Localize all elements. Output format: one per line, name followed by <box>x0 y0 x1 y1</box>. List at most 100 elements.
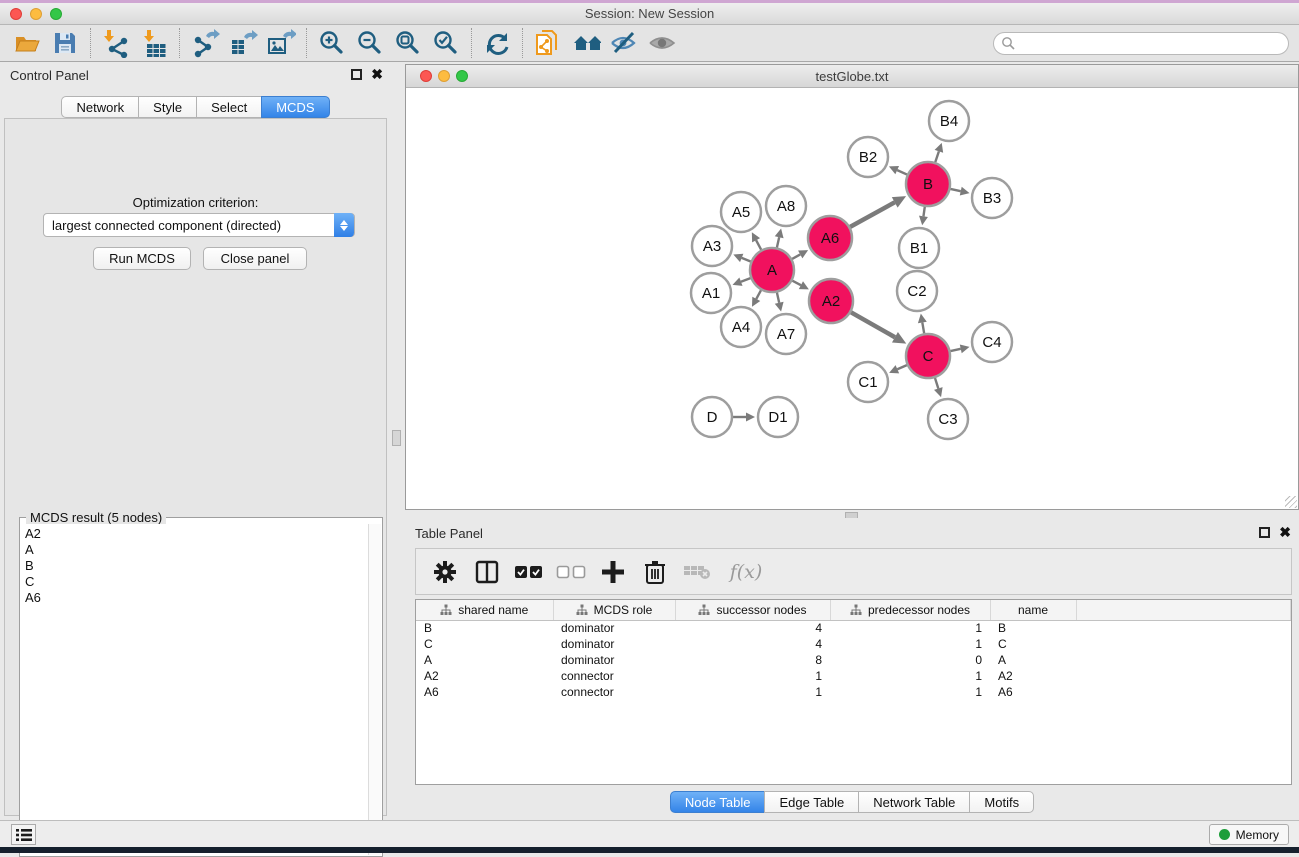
node-table[interactable]: shared name MCDS role successor nodes pr… <box>415 599 1292 785</box>
close-panel-icon[interactable]: ✖ <box>371 69 383 80</box>
optimization-criterion-dropdown[interactable]: largest connected component (directed) <box>43 213 355 237</box>
result-list-item[interactable]: C <box>25 574 363 590</box>
graph-edge[interactable] <box>923 207 924 217</box>
function-builder-icon[interactable]: f(x) <box>723 556 769 588</box>
memory-button[interactable]: Memory <box>1209 824 1289 845</box>
tab-network-table[interactable]: Network Table <box>858 791 969 813</box>
graph-edge[interactable] <box>756 240 761 249</box>
graph-edge[interactable] <box>935 378 938 389</box>
result-list-scrollbar[interactable] <box>368 524 381 855</box>
table-row[interactable]: Adominator80A <box>416 652 1291 668</box>
table-settings-gear-icon[interactable] <box>429 556 461 588</box>
open-session-icon[interactable] <box>12 28 42 58</box>
mcds-result-list[interactable]: A2ABCA6 <box>21 524 367 855</box>
table-toolbar: f(x) <box>415 548 1292 595</box>
col-predecessor-nodes[interactable]: predecessor nodes <box>830 600 990 620</box>
run-mcds-button[interactable]: Run MCDS <box>93 247 191 270</box>
graph-node-label: A5 <box>732 204 750 221</box>
zoom-in-icon[interactable] <box>317 28 347 58</box>
table-header-row[interactable]: shared name MCDS role successor nodes pr… <box>416 600 1291 620</box>
column-type-icon <box>576 604 588 616</box>
search-field[interactable] <box>993 32 1289 55</box>
create-column-plus-icon[interactable] <box>597 556 629 588</box>
float-panel-icon[interactable] <box>351 69 362 80</box>
tab-network[interactable]: Network <box>61 96 138 118</box>
memory-status-icon <box>1219 829 1230 840</box>
unselect-all-columns-icon[interactable] <box>555 556 587 588</box>
table-row[interactable]: A6connector11A6 <box>416 684 1291 700</box>
tab-node-table[interactable]: Node Table <box>670 791 765 813</box>
network-from-selection-icon[interactable] <box>533 28 563 58</box>
show-columns-icon[interactable] <box>471 556 503 588</box>
tab-edge-table[interactable]: Edge Table <box>764 791 858 813</box>
result-list-item[interactable]: A6 <box>25 590 363 606</box>
graph-edge[interactable] <box>950 189 960 191</box>
graph-edge[interactable] <box>950 349 960 351</box>
zoom-selected-icon[interactable] <box>431 28 461 58</box>
task-history-button[interactable] <box>11 824 36 845</box>
tab-motifs[interactable]: Motifs <box>969 791 1034 813</box>
save-session-icon[interactable] <box>50 28 80 58</box>
tab-style[interactable]: Style <box>138 96 196 118</box>
result-list-item[interactable]: B <box>25 558 363 574</box>
export-image-icon[interactable] <box>266 28 296 58</box>
mcds-result-groupbox: MCDS result (5 nodes) A2ABCA6 <box>19 517 383 857</box>
import-network-icon[interactable] <box>101 28 131 58</box>
zoom-fit-icon[interactable] <box>393 28 423 58</box>
graph-edge[interactable] <box>851 312 895 337</box>
graph-node-label: A3 <box>703 238 721 255</box>
export-table-icon[interactable] <box>228 28 258 58</box>
delete-column-trash-icon[interactable] <box>639 556 671 588</box>
network-canvas[interactable]: B4B2BB3A5A8A6B1A3AC2A1A2A4A7C4CC1C3DD1 <box>407 88 1298 509</box>
table-row[interactable]: A2connector11A2 <box>416 668 1291 684</box>
result-list-item[interactable]: A2 <box>25 526 363 542</box>
network-view-window[interactable]: testGlobe.txt B4B2BB3A5A8A6B1A3AC2A1A2A4… <box>405 64 1299 510</box>
first-neighbors-icon[interactable] <box>571 28 601 58</box>
close-panel-button[interactable]: Close panel <box>203 247 307 270</box>
graph-node-label: B2 <box>859 149 877 166</box>
graph-edge[interactable] <box>897 170 907 174</box>
zoom-out-icon[interactable] <box>355 28 385 58</box>
dropdown-stepper-icon[interactable] <box>334 213 354 237</box>
graph-edge[interactable] <box>756 290 761 299</box>
graph-edge[interactable] <box>935 151 939 162</box>
graph-edge[interactable] <box>777 237 779 247</box>
tab-mcds[interactable]: MCDS <box>261 96 329 118</box>
float-table-panel-icon[interactable] <box>1259 527 1270 538</box>
export-network-icon[interactable] <box>190 28 220 58</box>
graph-edge[interactable] <box>792 281 801 285</box>
column-type-icon <box>850 604 862 616</box>
graph-edge[interactable] <box>741 278 751 282</box>
network-graph-svg: B4B2BB3A5A8A6B1A3AC2A1A2A4A7C4CC1C3DD1 <box>407 88 1298 509</box>
search-input[interactable] <box>1016 35 1288 53</box>
show-all-icon[interactable] <box>647 28 677 58</box>
window-resize-grip[interactable] <box>1285 496 1297 508</box>
col-name[interactable]: name <box>990 600 1076 620</box>
result-list-item[interactable]: A <box>25 542 363 558</box>
graph-node-label: A1 <box>702 285 720 302</box>
import-table-icon[interactable] <box>139 28 169 58</box>
hide-selection-icon[interactable] <box>609 28 639 58</box>
graph-edge-arrowhead <box>918 314 927 324</box>
application-window: Session: New Session <box>0 0 1299 853</box>
network-window-titlebar[interactable]: testGlobe.txt <box>406 65 1298 88</box>
tab-select[interactable]: Select <box>196 96 261 118</box>
select-all-columns-icon[interactable] <box>513 556 545 588</box>
table-row[interactable]: Cdominator41C <box>416 636 1291 652</box>
col-mcds-role[interactable]: MCDS role <box>553 600 675 620</box>
graph-edge[interactable] <box>792 254 800 258</box>
apply-layout-icon[interactable] <box>482 28 512 58</box>
graph-edge[interactable] <box>742 258 751 262</box>
col-shared-name[interactable]: shared name <box>416 600 553 620</box>
close-table-panel-icon[interactable]: ✖ <box>1279 527 1291 538</box>
delete-table-icon[interactable] <box>681 556 713 588</box>
graph-edge[interactable] <box>777 292 779 302</box>
optimization-criterion-label: Optimization criterion: <box>5 195 386 210</box>
graph-edge[interactable] <box>922 323 924 334</box>
graph-edge[interactable] <box>897 365 907 369</box>
table-row[interactable]: Bdominator41B <box>416 620 1291 636</box>
graph-edge[interactable] <box>850 202 895 227</box>
vertical-split-handle[interactable] <box>392 430 401 446</box>
window-titlebar[interactable]: Session: New Session <box>0 3 1299 25</box>
col-successor-nodes[interactable]: successor nodes <box>675 600 830 620</box>
